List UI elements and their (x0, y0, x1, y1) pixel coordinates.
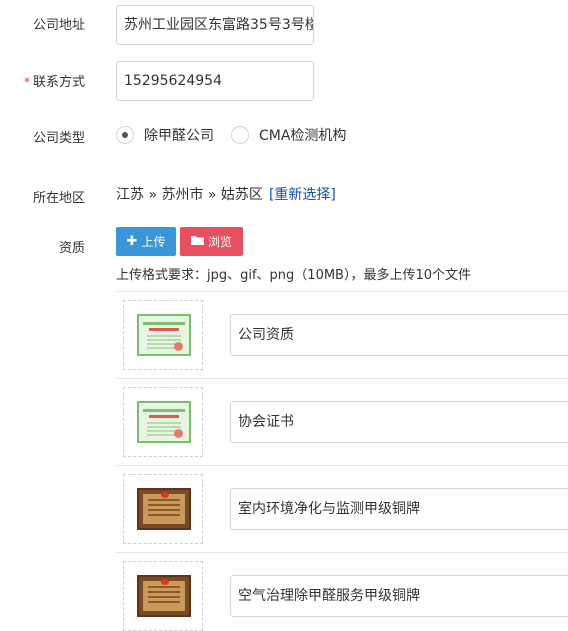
plaque-image (137, 575, 191, 617)
row-divider (116, 552, 568, 553)
qualification-label: 资质 (58, 241, 85, 256)
radio-button-checked[interactable] (116, 126, 134, 144)
region-value: 江苏 » 苏州市 » 姑苏区 (116, 187, 263, 203)
certificate-image (137, 401, 191, 443)
company-type-label: 公司类型 (32, 131, 85, 146)
region-label: 所在地区 (32, 191, 85, 206)
address-input[interactable]: 苏州工业园区东富路35号3号楼 (116, 5, 314, 45)
file-description-input[interactable]: 协会证书 (230, 401, 568, 443)
certificate-image (137, 314, 191, 356)
file-thumbnail[interactable] (123, 300, 203, 370)
plus-icon: ✚ (126, 234, 138, 249)
row-divider (116, 465, 568, 466)
region-value-wrap: 江苏 » 苏州市 » 姑苏区 [重新选择] (116, 184, 336, 204)
browse-button[interactable]: 浏览 (180, 227, 243, 256)
file-thumbnail[interactable] (123, 474, 203, 544)
upload-button[interactable]: ✚ 上传 (116, 227, 176, 256)
radio-option-formaldehyde[interactable]: 除甲醛公司 (116, 124, 214, 146)
address-label: 公司地址 (32, 18, 85, 33)
plaque-image (137, 488, 191, 530)
reselect-region-link[interactable]: [重新选择] (269, 187, 336, 203)
file-thumbnail[interactable] (123, 387, 203, 457)
file-description-input[interactable]: 空气治理除甲醛服务甲级铜牌 (230, 575, 568, 617)
file-thumbnail[interactable] (123, 561, 203, 631)
file-description-input[interactable]: 室内环境净化与监测甲级铜牌 (230, 488, 568, 530)
radio-label: CMA检测机构 (259, 128, 347, 144)
browse-button-label: 浏览 (207, 235, 232, 249)
file-description-input[interactable]: 公司资质 (230, 314, 568, 356)
contact-label: 联系方式 (32, 75, 85, 90)
contact-input[interactable]: 15295624954 (116, 61, 314, 101)
row-divider (116, 378, 568, 379)
upload-button-label: 上传 (141, 235, 166, 249)
contact-label-wrap: * 联系方式 (24, 71, 85, 90)
row-divider (116, 291, 568, 292)
required-mark: * (23, 75, 30, 89)
upload-format-hint: 上传格式要求：jpg、gif、png（10MB），最多上传10个文件 (116, 268, 472, 283)
radio-button[interactable] (231, 126, 249, 144)
radio-label: 除甲醛公司 (144, 128, 214, 144)
folder-icon (190, 234, 204, 249)
radio-option-cma[interactable]: CMA检测机构 (231, 124, 346, 146)
